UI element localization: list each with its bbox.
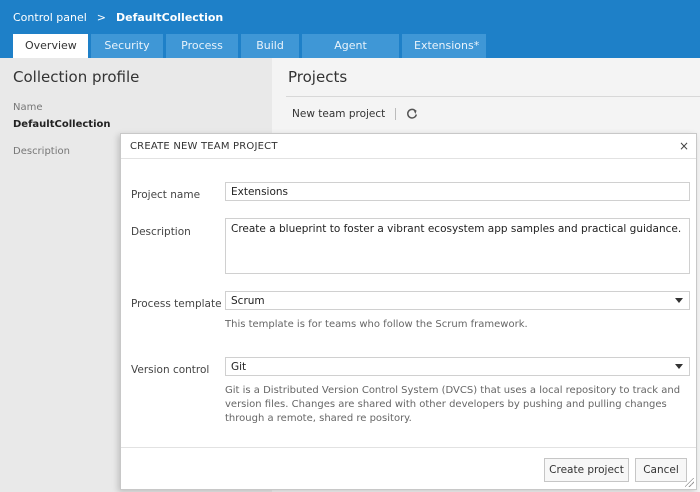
dialog-title: CREATE NEW TEAM PROJECT — [130, 141, 278, 152]
breadcrumb-current-collection[interactable]: DefaultCollection — [116, 11, 223, 24]
process-template-label: Process template — [131, 298, 222, 310]
tab-agent-queues[interactable]: Agent queues — [302, 34, 399, 76]
tab-overview[interactable]: Overview — [13, 34, 88, 58]
version-control-label: Version control — [131, 364, 210, 376]
projects-toolbar: New team project — [292, 108, 418, 120]
close-icon[interactable]: × — [679, 139, 689, 153]
breadcrumb: Control panel > DefaultCollection — [13, 11, 223, 24]
project-name-input[interactable]: Extensions — [225, 182, 690, 201]
create-team-project-dialog: CREATE NEW TEAM PROJECT × Project name E… — [120, 133, 697, 490]
name-label: Name — [13, 102, 43, 113]
tab-bar: Overview Security Process Build Agent qu… — [13, 34, 486, 76]
projects-divider — [286, 96, 700, 97]
breadcrumb-separator: > — [96, 11, 106, 24]
resize-grip-icon[interactable] — [685, 478, 694, 487]
tab-process[interactable]: Process — [166, 34, 238, 58]
dialog-footer: Create project Cancel — [121, 447, 696, 489]
new-team-project-button[interactable]: New team project — [292, 108, 385, 120]
tab-build[interactable]: Build — [241, 34, 299, 58]
name-value: DefaultCollection — [13, 119, 111, 130]
create-project-button[interactable]: Create project — [544, 458, 629, 482]
projects-title: Projects — [288, 68, 348, 86]
version-control-select[interactable]: Git — [225, 357, 690, 376]
tab-security[interactable]: Security — [91, 34, 163, 58]
breadcrumb-control-panel[interactable]: Control panel — [13, 11, 87, 24]
version-control-value: Git — [231, 360, 247, 373]
dialog-header: CREATE NEW TEAM PROJECT × — [121, 134, 696, 159]
description-label: Description — [13, 146, 70, 157]
process-template-help: This template is for teams who follow th… — [225, 319, 528, 330]
process-template-value: Scrum — [231, 294, 265, 307]
refresh-icon[interactable] — [406, 108, 418, 120]
project-name-label: Project name — [131, 189, 201, 201]
description-textarea[interactable]: Create a blueprint to foster a vibrant e… — [225, 218, 690, 274]
chevron-down-icon — [675, 298, 683, 303]
version-control-help: Git is a Distributed Version Control Sys… — [225, 385, 681, 424]
chevron-down-icon — [675, 364, 683, 369]
tab-extensions[interactable]: Extensions* — [402, 34, 486, 58]
description-field-label: Description — [131, 226, 191, 238]
collection-profile-title: Collection profile — [13, 68, 140, 86]
process-template-select[interactable]: Scrum — [225, 291, 690, 310]
header-bar: Control panel > DefaultCollection Overvi… — [0, 0, 700, 76]
toolbar-divider — [395, 108, 397, 120]
cancel-button[interactable]: Cancel — [635, 458, 687, 482]
